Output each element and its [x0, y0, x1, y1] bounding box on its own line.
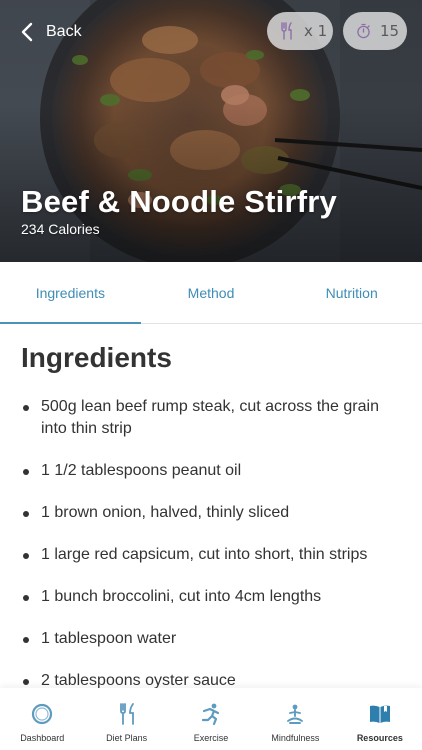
cook-time-value: 15: [380, 22, 400, 40]
ingredients-panel[interactable]: Ingredients 500g lean beef rump steak, c…: [0, 324, 422, 688]
ingredient-text: 1 1/2 tablespoons peanut oil: [41, 462, 242, 479]
ingredient-text: 1 bunch broccolini, cut into 4cm lengths: [41, 588, 322, 605]
ingredient-text: 2 tablespoons oyster sauce: [41, 672, 236, 688]
nav-dashboard[interactable]: Dashboard: [0, 688, 84, 750]
meditation-icon: [287, 704, 304, 724]
ingredient-item: 1 brown onion, halved, thinly sliced: [0, 502, 422, 524]
nav-label: Mindfulness: [271, 733, 320, 743]
ingredient-item: 1 bunch broccolini, cut into 4cm lengths: [0, 586, 422, 608]
fork-knife-icon: [119, 703, 134, 725]
nav-resources[interactable]: Resources: [338, 688, 422, 750]
nav-label: Diet Plans: [106, 733, 148, 743]
servings-selector[interactable]: x 1: [267, 12, 333, 50]
ingredient-item: 1 1/2 tablespoons peanut oil: [0, 460, 422, 482]
tab-method[interactable]: Method: [141, 262, 282, 323]
bullet: [23, 469, 29, 475]
back-button[interactable]: Back: [20, 18, 82, 46]
bullet: [23, 595, 29, 601]
ingredient-item: 500g lean beef rump steak, cut across th…: [0, 396, 422, 440]
bullet: [23, 679, 29, 685]
tab-ingredients[interactable]: Ingredients: [0, 262, 141, 324]
running-person-icon: [201, 703, 220, 726]
nav-label: Resources: [356, 733, 403, 743]
nav-label: Exercise: [193, 733, 229, 743]
ingredient-item: 1 large red capsicum, cut into short, th…: [0, 544, 422, 566]
recipe-title-block: Beef & Noodle Stirfry 234 Calories: [21, 184, 337, 237]
recipe-tabs: Ingredients Method Nutrition: [0, 262, 422, 324]
recipe-calories: 234 Calories: [21, 221, 100, 237]
stopwatch-icon: [357, 23, 370, 39]
dashboard-ring-icon: [32, 703, 53, 725]
ingredient-item: 2 tablespoons oyster sauce: [0, 670, 422, 688]
nav-exercise[interactable]: Exercise: [169, 688, 253, 750]
recipe-title: Beef & Noodle Stirfry: [21, 184, 337, 219]
nav-label: Dashboard: [20, 733, 65, 743]
bullet: [23, 405, 29, 411]
book-icon: [369, 705, 390, 723]
bottom-tab-bar: Dashboard Diet Plans Exercise Mindfulnes…: [0, 688, 422, 750]
servings-value: x 1: [304, 22, 328, 40]
section-title: Ingredients: [21, 342, 172, 373]
ingredient-text: 1 large red capsicum, cut into short, th…: [41, 546, 368, 563]
recipe-hero: Back x 1 15 Beef & Noodle Stirfry 234 Ca…: [0, 0, 422, 262]
nav-mindfulness[interactable]: Mindfulness: [253, 688, 337, 750]
ingredient-text: 500g lean beef rump steak, cut across th…: [41, 398, 379, 437]
bullet: [23, 511, 29, 517]
bullet: [23, 637, 29, 643]
bullet: [23, 553, 29, 559]
ingredient-text: 1 tablespoon water: [41, 630, 177, 647]
fork-knife-icon: [281, 22, 292, 40]
cook-time-badge[interactable]: 15: [343, 12, 407, 50]
tab-nutrition[interactable]: Nutrition: [281, 262, 422, 323]
ingredient-list: 500g lean beef rump steak, cut across th…: [0, 396, 422, 688]
ingredient-item: 1 tablespoon water: [0, 628, 422, 650]
ingredient-text: 1 brown onion, halved, thinly sliced: [41, 504, 290, 521]
nav-diet-plans[interactable]: Diet Plans: [84, 688, 168, 750]
back-label: Back: [46, 23, 82, 40]
chevron-left-icon: [21, 22, 33, 42]
